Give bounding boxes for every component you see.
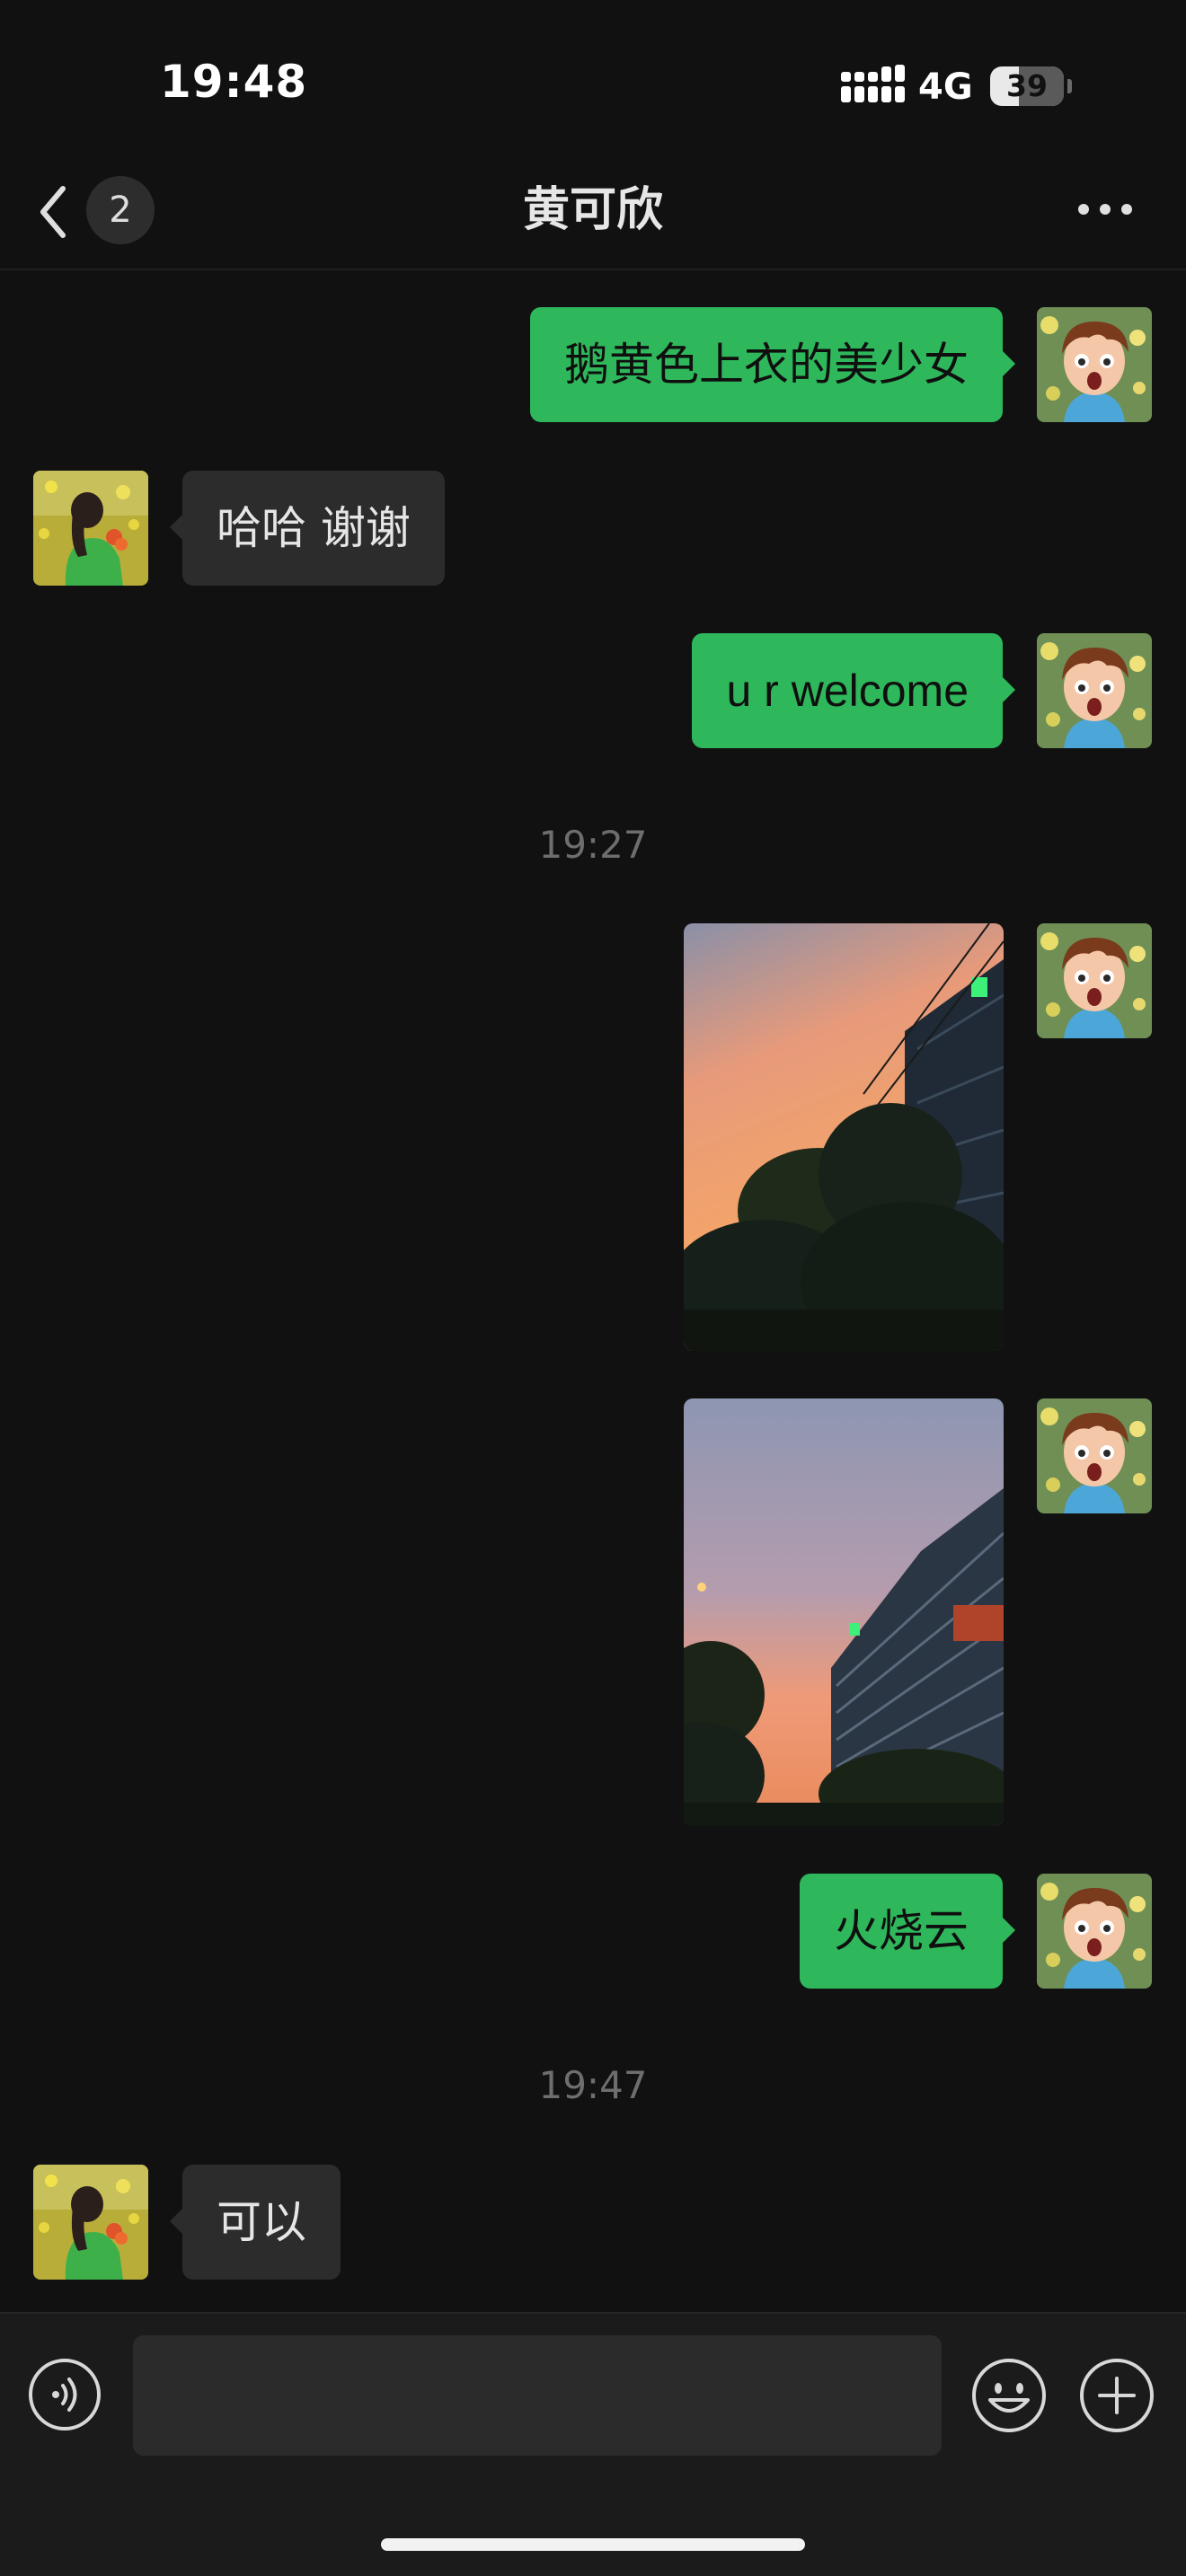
sent-message-bubble[interactable]: 鹅黄色上衣的美少女 xyxy=(530,307,1015,422)
message-timestamp: 19:27 xyxy=(538,823,648,867)
battery-level: 39 xyxy=(1006,68,1048,103)
chat-title: 黄可欣 xyxy=(522,183,663,237)
self-avatar[interactable] xyxy=(1037,923,1152,1038)
signal-strength-icon xyxy=(841,65,905,102)
plus-circle-icon[interactable] xyxy=(1078,2357,1155,2434)
emoji-icon[interactable] xyxy=(970,2357,1048,2434)
self-avatar[interactable] xyxy=(1037,307,1152,422)
voice-icon[interactable] xyxy=(27,2357,102,2432)
message-timestamp: 19:47 xyxy=(538,2063,648,2107)
back-button[interactable] xyxy=(32,176,77,248)
sent-message-bubble[interactable]: u r welcome xyxy=(692,633,1015,748)
battery-icon: 39 xyxy=(990,66,1072,106)
received-message-bubble[interactable]: 可以 xyxy=(170,2165,341,2280)
chat-screen: 19:48 4G 39 2 黄可欣 鹅黄色上衣的美少女 哈哈 谢谢 u r we… xyxy=(0,0,1186,2576)
sent-message-bubble[interactable]: 火烧云 xyxy=(800,1874,1015,1989)
message-input[interactable] xyxy=(133,2335,942,2456)
contact-avatar[interactable] xyxy=(33,471,148,586)
network-type: 4G xyxy=(918,66,973,108)
received-message-bubble[interactable]: 哈哈 谢谢 xyxy=(170,471,445,586)
more-options-button[interactable] xyxy=(1069,187,1141,232)
self-avatar[interactable] xyxy=(1037,1874,1152,1989)
unread-count-badge[interactable]: 2 xyxy=(86,176,155,244)
nav-divider xyxy=(0,269,1186,270)
status-time: 19:48 xyxy=(160,56,308,108)
contact-avatar[interactable] xyxy=(33,2165,148,2280)
home-indicator xyxy=(381,2538,805,2551)
sent-image-sunset-trees[interactable] xyxy=(684,923,1004,1351)
self-avatar[interactable] xyxy=(1037,1398,1152,1513)
self-avatar[interactable] xyxy=(1037,633,1152,748)
sent-image-sunset-building[interactable] xyxy=(684,1398,1004,1826)
